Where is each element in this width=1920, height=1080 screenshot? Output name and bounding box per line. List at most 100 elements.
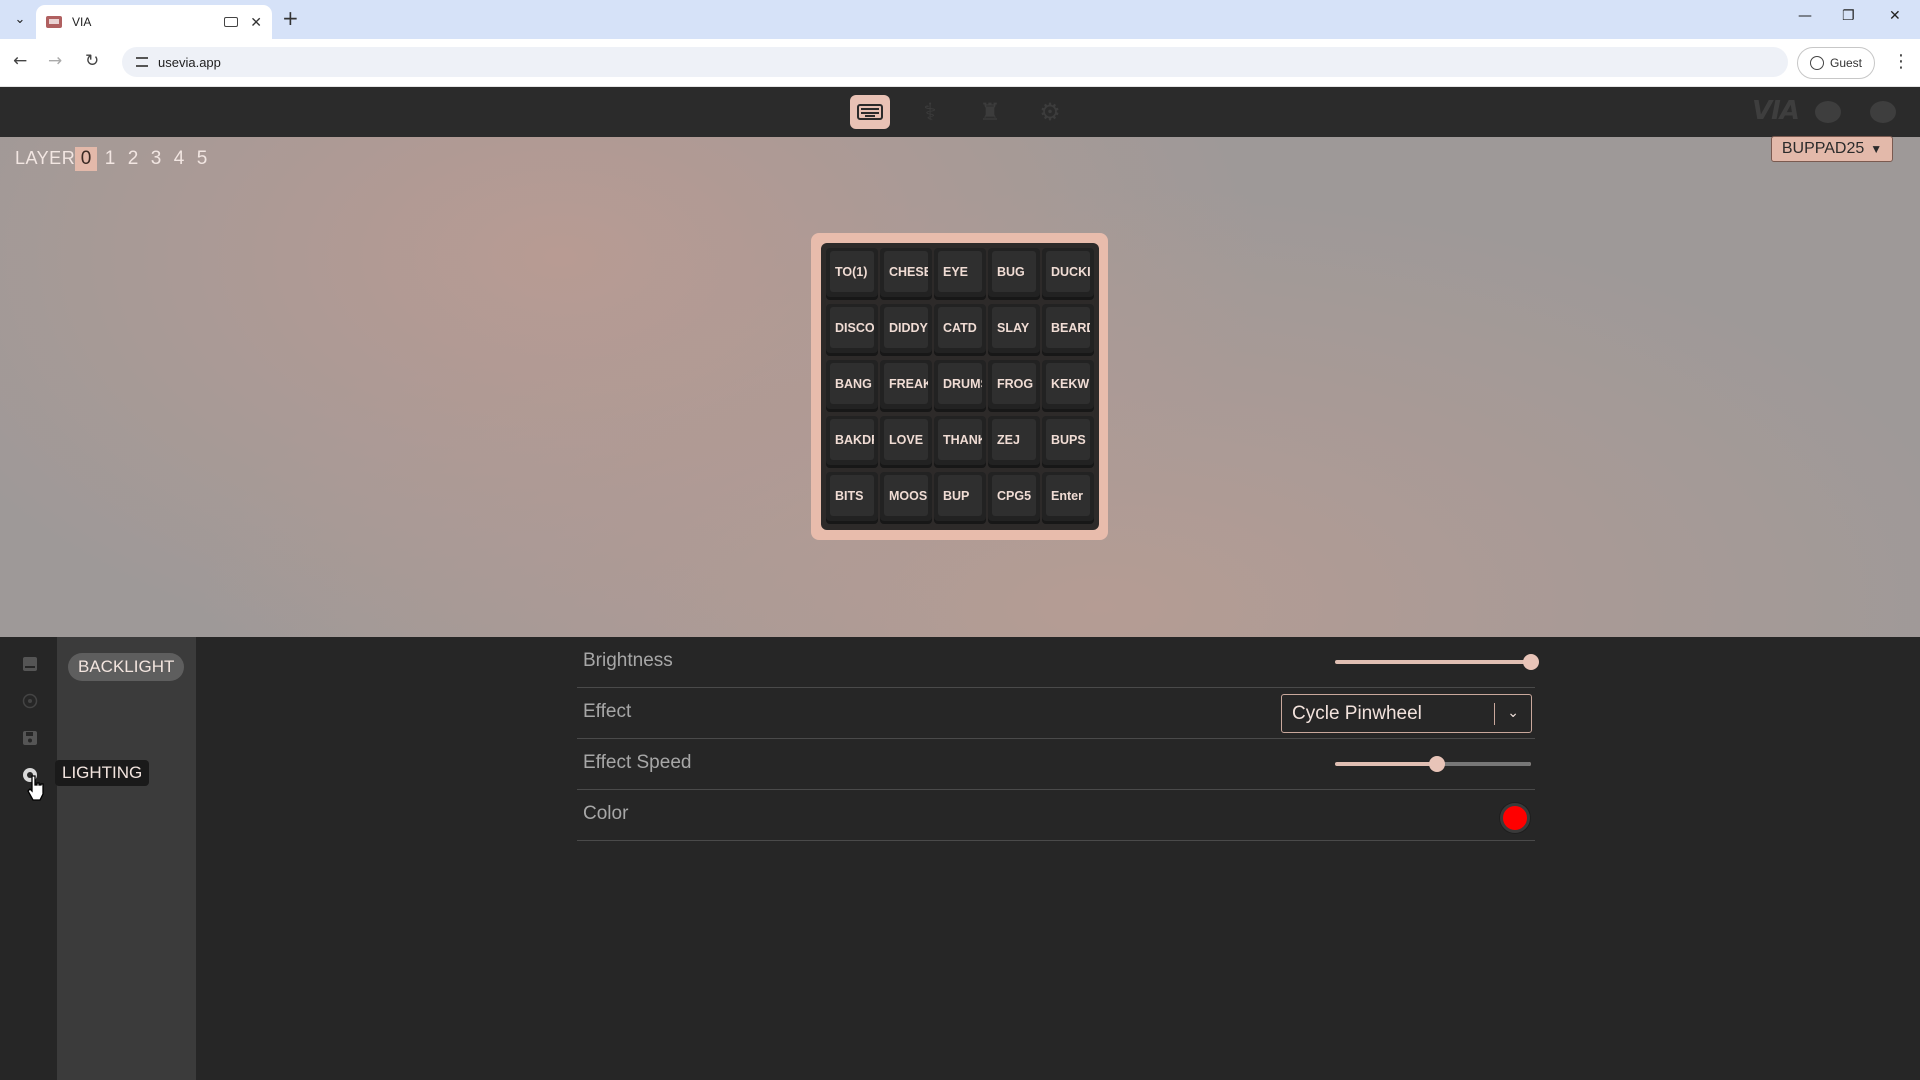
key-label: FREAK: [884, 363, 928, 404]
layer-4-button[interactable]: 4: [168, 147, 190, 171]
key-label: BANG: [830, 363, 874, 404]
effect-speed-slider[interactable]: [1335, 756, 1531, 772]
slider-thumb[interactable]: [1429, 756, 1445, 772]
circle-plus-icon[interactable]: [22, 693, 38, 709]
device-selector[interactable]: BUPPAD25 ▼: [1771, 136, 1893, 162]
key-label: SLAY: [992, 307, 1036, 348]
browser-menu-icon[interactable]: ⋮: [1892, 51, 1910, 72]
key[interactable]: FROG: [988, 360, 1040, 412]
key[interactable]: BUP: [934, 472, 986, 524]
key[interactable]: CHESE: [880, 248, 932, 300]
brightness-slider[interactable]: [1335, 654, 1539, 670]
stethoscope-icon[interactable]: ⚕: [910, 95, 950, 129]
key[interactable]: BAKDR: [826, 416, 878, 468]
key[interactable]: EYE: [934, 248, 986, 300]
address-bar[interactable]: usevia.app: [122, 47, 1788, 77]
paintbrush-icon[interactable]: ♜: [970, 95, 1010, 129]
key-label: CATD: [938, 307, 982, 348]
keyboard-glyph: [857, 104, 883, 120]
discord-icon[interactable]: [1815, 101, 1841, 123]
github-icon[interactable]: [1870, 101, 1896, 123]
key[interactable]: KEKW: [1042, 360, 1094, 412]
site-settings-icon[interactable]: [136, 57, 148, 67]
layer-label: LAYER: [15, 148, 76, 168]
layer-5-button[interactable]: 5: [191, 147, 213, 171]
gear-icon[interactable]: ⚙: [1030, 95, 1070, 129]
app-top-nav: ⚕ ♜ ⚙: [0, 87, 1920, 137]
chevron-down-icon: ⌄: [1507, 704, 1519, 720]
save-icon[interactable]: [22, 730, 38, 746]
restore-icon[interactable]: ❐: [1842, 8, 1855, 24]
lighting-tooltip: LIGHTING: [55, 760, 150, 786]
gear-glyph: ⚙: [1039, 98, 1061, 126]
profile-button[interactable]: Guest: [1797, 47, 1875, 79]
effect-select[interactable]: Cycle Pinwheel ⌄: [1281, 694, 1532, 733]
key[interactable]: DRUMS: [934, 360, 986, 412]
effect-value: Cycle Pinwheel: [1292, 702, 1422, 724]
key-label: BAKDR: [830, 419, 874, 460]
tab-close-icon[interactable]: ✕: [250, 14, 262, 31]
color-label: Color: [583, 803, 629, 824]
key[interactable]: LOVE: [880, 416, 932, 468]
keyboard-icon[interactable]: [22, 656, 38, 672]
close-window-icon[interactable]: ✕: [1889, 8, 1901, 24]
key-label: DUCKI: [1046, 251, 1090, 292]
key[interactable]: Enter: [1042, 472, 1094, 524]
key-label: Enter: [1046, 475, 1090, 516]
effect-label: Effect: [583, 701, 632, 722]
new-tab-icon[interactable]: +: [282, 6, 299, 30]
color-picker-swatch[interactable]: [1500, 803, 1530, 833]
via-logo[interactable]: VIA: [1752, 96, 1800, 126]
key[interactable]: CATD: [934, 304, 986, 356]
key-label: EYE: [938, 251, 982, 292]
tab-search-chevron-icon[interactable]: ⌄: [10, 0, 30, 39]
key-label: BUP: [938, 475, 982, 516]
key-label: CHESE: [884, 251, 928, 292]
key-label: MOOSE: [884, 475, 928, 516]
key-label: ZEJ: [992, 419, 1036, 460]
key[interactable]: DUCKI: [1042, 248, 1094, 300]
key-label: BEARD: [1046, 307, 1090, 348]
browser-tab[interactable]: VIA ✕: [36, 5, 272, 39]
layer-1-button[interactable]: 1: [99, 147, 121, 171]
layer-3-button[interactable]: 3: [145, 147, 167, 171]
chevron-down-icon: ▼: [1870, 142, 1883, 156]
slider-thumb[interactable]: [1523, 654, 1539, 670]
keyboard-icon[interactable]: [850, 95, 890, 129]
menu-item-backlight[interactable]: BACKLIGHT: [68, 653, 185, 681]
url-text: usevia.app: [158, 54, 221, 70]
device-name: BUPPAD25: [1781, 140, 1865, 157]
key-label: KEKW: [1046, 363, 1090, 404]
key-label: FROG: [992, 363, 1036, 404]
key-label: DISCO: [830, 307, 874, 348]
reload-icon[interactable]: ↻: [85, 51, 99, 71]
tab-title: VIA: [72, 15, 92, 29]
paintbrush-glyph: ♜: [979, 98, 1001, 126]
key[interactable]: CPG5: [988, 472, 1040, 524]
profile-label: Guest: [1829, 56, 1862, 70]
key[interactable]: DIDDY: [880, 304, 932, 356]
key[interactable]: THANK: [934, 416, 986, 468]
forward-icon[interactable]: →: [48, 51, 62, 71]
key[interactable]: DISCO: [826, 304, 878, 356]
key[interactable]: BITS: [826, 472, 878, 524]
key[interactable]: BUPS: [1042, 416, 1094, 468]
brightness-label: Brightness: [583, 650, 673, 671]
back-icon[interactable]: ←: [13, 51, 27, 71]
config-icon-rail: [0, 637, 57, 1080]
key[interactable]: MOOSE: [880, 472, 932, 524]
minimize-icon[interactable]: —: [1798, 8, 1812, 24]
key[interactable]: ZEJ: [988, 416, 1040, 468]
key[interactable]: BEARD: [1042, 304, 1094, 356]
key[interactable]: SLAY: [988, 304, 1040, 356]
key[interactable]: FREAK: [880, 360, 932, 412]
key-label: CPG5: [992, 475, 1036, 516]
tab-media-icon[interactable]: [224, 17, 239, 27]
key[interactable]: BUG: [988, 248, 1040, 300]
key-label: TO(1): [830, 251, 874, 292]
key[interactable]: BANG: [826, 360, 878, 412]
layer-0-button[interactable]: 0: [75, 147, 97, 171]
layer-2-button[interactable]: 2: [122, 147, 144, 171]
key-label: THANK: [938, 419, 982, 460]
key[interactable]: TO(1): [826, 248, 878, 300]
